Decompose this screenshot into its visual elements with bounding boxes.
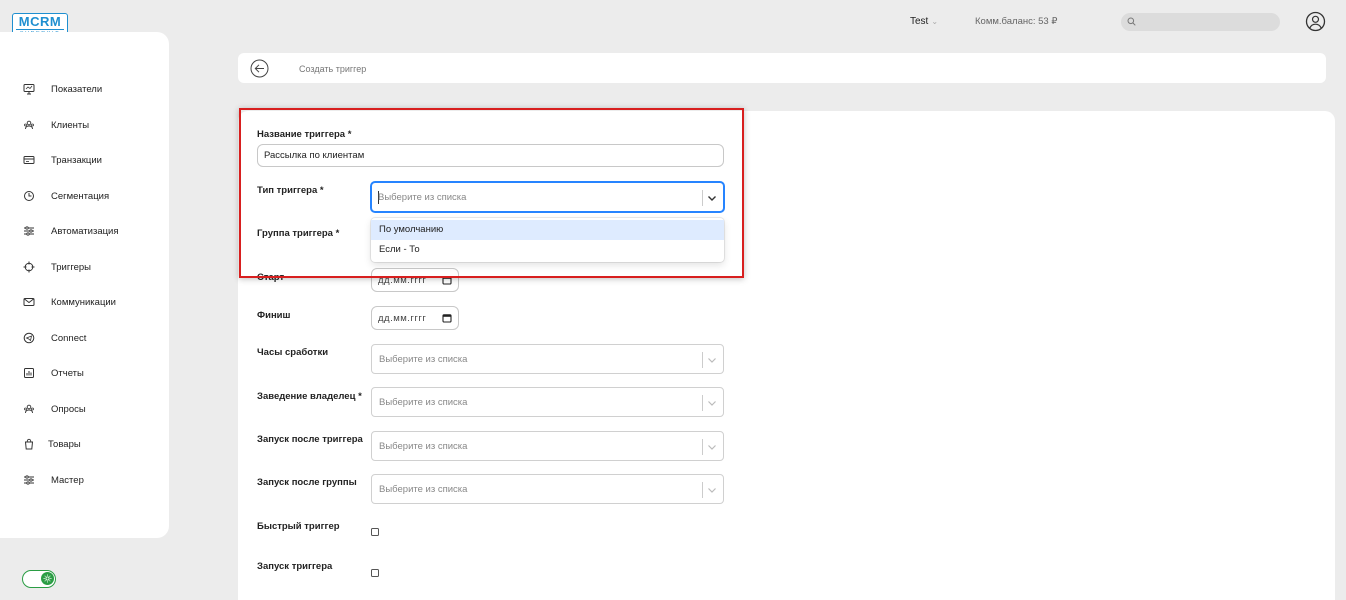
theme-toggle[interactable] xyxy=(22,570,56,588)
clock-icon xyxy=(22,189,36,203)
sidebar-item-label: Отчеты xyxy=(51,367,84,379)
sidebar-item-label: Сегментация xyxy=(51,190,110,202)
after-trigger-select[interactable]: Выберите из списка xyxy=(371,431,724,461)
option-if-then[interactable]: Если - То xyxy=(371,240,724,260)
sidebar-item-communications[interactable]: Коммуникации xyxy=(0,292,169,312)
crosshair-icon xyxy=(22,260,36,274)
finish-label: Финиш xyxy=(257,310,291,321)
sidebar-item-label: Connect xyxy=(51,332,87,344)
chevron-down-icon[interactable] xyxy=(706,441,718,453)
page-title: Создать триггер xyxy=(299,64,367,74)
sidebar-item-products[interactable]: Товары xyxy=(0,434,169,454)
sidebar-item-label: Опросы xyxy=(51,403,86,415)
balance-text: Комм.баланс: 53 ₽ xyxy=(975,16,1058,27)
breadcrumb: Создать триггер xyxy=(238,53,1326,83)
sidebar-item-label: Клиенты xyxy=(51,119,90,131)
sidebar-item-segmentation[interactable]: Сегментация xyxy=(0,186,169,206)
date-placeholder: дд.мм.гггг xyxy=(378,313,427,324)
search-icon xyxy=(1127,17,1136,29)
sidebar-item-label: Автоматизация xyxy=(51,225,119,237)
after-trigger-label: Запуск после триггера xyxy=(257,434,363,445)
trigger-type-select[interactable]: Выберите из списка xyxy=(371,182,724,212)
chevron-down-icon[interactable] xyxy=(706,397,718,409)
sidebar-item-reports[interactable]: Отчеты xyxy=(0,363,169,383)
card-icon xyxy=(22,153,36,167)
users-icon xyxy=(22,402,36,416)
select-placeholder: Выберите из списка xyxy=(379,441,468,452)
sidebar-item-label: Показатели xyxy=(51,83,103,95)
sidebar-item-indicators[interactable]: Показатели xyxy=(0,79,169,99)
start-date-input[interactable]: дд.мм.гггг xyxy=(371,268,459,292)
trigger-type-menu: По умолчанию Если - То xyxy=(371,218,724,262)
user-menu[interactable]: Test ⌄ xyxy=(910,16,938,27)
sidebar-item-triggers[interactable]: Триггеры xyxy=(0,257,169,277)
sidebar-item-connect[interactable]: Connect xyxy=(0,328,169,348)
fast-trigger-checkbox[interactable] xyxy=(371,528,379,536)
hours-label: Часы сработки xyxy=(257,347,329,358)
select-divider xyxy=(702,352,703,368)
sidebar-item-label: Товары xyxy=(48,438,81,450)
owner-select[interactable]: Выберите из списка xyxy=(371,387,724,417)
chevron-down-icon[interactable] xyxy=(706,192,718,204)
sidebar-item-surveys[interactable]: Опросы xyxy=(0,399,169,419)
select-placeholder: Выберите из списка xyxy=(378,192,467,203)
user-name: Test xyxy=(910,16,929,27)
profile-icon[interactable] xyxy=(1305,11,1326,35)
after-group-label: Запуск после группы xyxy=(257,477,357,488)
report-icon xyxy=(22,366,36,380)
chevron-down-icon[interactable] xyxy=(706,354,718,366)
start-label: Старт xyxy=(257,272,285,283)
users-icon xyxy=(22,118,36,132)
date-placeholder: дд.мм.гггг xyxy=(378,275,427,286)
calendar-icon[interactable] xyxy=(442,275,452,288)
sidebar-item-transactions[interactable]: Транзакции xyxy=(0,150,169,170)
trigger-name-label: Название триггера * xyxy=(257,129,352,140)
sidebar-item-clients[interactable]: Клиенты xyxy=(0,115,169,135)
bag-icon xyxy=(22,437,36,451)
option-default[interactable]: По умолчанию xyxy=(371,220,724,240)
after-group-select[interactable]: Выберите из списка xyxy=(371,474,724,504)
select-placeholder: Выберите из списка xyxy=(379,397,468,408)
sidebar-item-label: Триггеры xyxy=(51,261,91,273)
logo-title: MCRM xyxy=(18,14,62,29)
back-arrow-icon[interactable] xyxy=(250,59,269,78)
calendar-icon[interactable] xyxy=(442,313,452,326)
sidebar-item-label: Мастер xyxy=(51,474,84,486)
hours-select[interactable]: Выберите из списка xyxy=(371,344,724,374)
mail-icon xyxy=(22,295,36,309)
sidebar xyxy=(0,32,169,538)
sliders-icon xyxy=(22,224,36,238)
sidebar-item-label: Коммуникации xyxy=(51,296,116,308)
select-placeholder: Выберите из списка xyxy=(379,484,468,495)
chevron-down-icon: ⌄ xyxy=(931,17,939,26)
select-divider xyxy=(702,395,703,411)
chevron-down-icon[interactable] xyxy=(706,484,718,496)
trigger-group-label: Группа триггера * xyxy=(257,228,340,239)
finish-date-input[interactable]: дд.мм.гггг xyxy=(371,306,459,330)
launch-trigger-label: Запуск триггера xyxy=(257,561,333,572)
telegram-icon xyxy=(22,331,36,345)
sidebar-item-automation[interactable]: Автоматизация xyxy=(0,221,169,241)
select-divider xyxy=(702,482,703,498)
sun-icon xyxy=(41,572,54,585)
trigger-type-label: Тип триггера * xyxy=(257,185,324,196)
launch-trigger-checkbox[interactable] xyxy=(371,569,379,577)
trigger-name-input[interactable] xyxy=(257,144,724,167)
fast-trigger-label: Быстрый триггер xyxy=(257,521,340,532)
search-input[interactable] xyxy=(1121,13,1280,31)
sidebar-item-master[interactable]: Мастер xyxy=(0,470,169,490)
select-placeholder: Выберите из списка xyxy=(379,354,468,365)
sliders-icon xyxy=(22,473,36,487)
sidebar-item-label: Транзакции xyxy=(51,154,102,166)
select-divider xyxy=(702,439,703,455)
owner-label: Заведение владелец * xyxy=(257,391,362,402)
monitor-icon xyxy=(22,82,36,96)
select-divider xyxy=(702,190,703,206)
